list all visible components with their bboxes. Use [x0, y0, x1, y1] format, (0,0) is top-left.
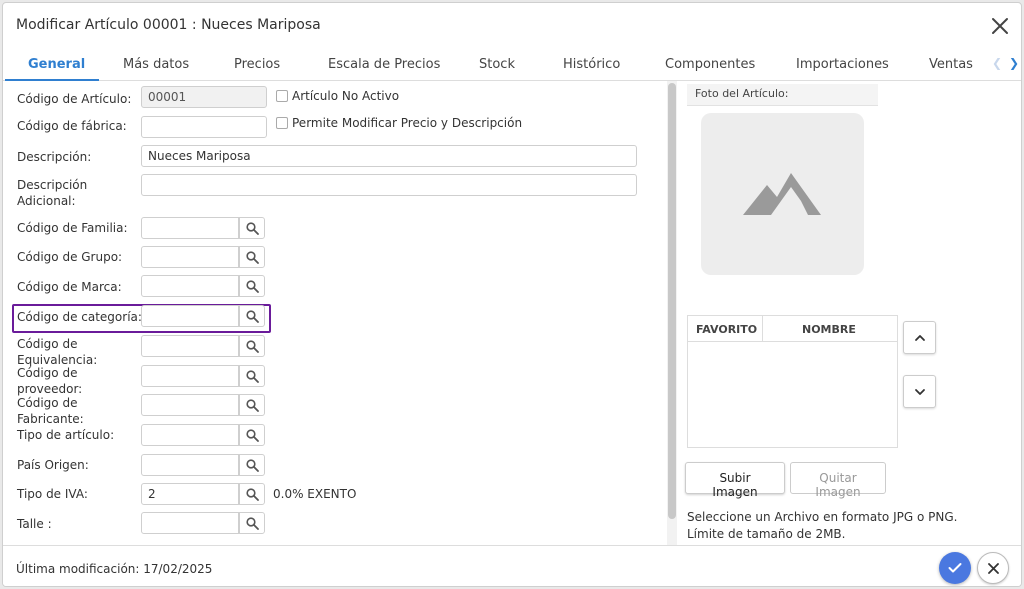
tabs-next-icon[interactable]: ❯ [1009, 56, 1019, 70]
move-up-button[interactable] [903, 321, 936, 354]
grid-col-nombre[interactable]: NOMBRE [802, 323, 856, 336]
permite-modificar-checkbox[interactable] [276, 117, 288, 129]
descripcion-input[interactable] [141, 145, 637, 167]
images-grid: FAVORITO NOMBRE [687, 315, 898, 448]
search-icon [246, 251, 259, 264]
tipo-articulo-input[interactable] [141, 424, 239, 446]
tab-componentes[interactable]: Componentes [665, 57, 755, 72]
chevron-up-icon [915, 335, 925, 341]
search-icon [246, 222, 259, 235]
codigo-equivalencia-search-button[interactable] [239, 335, 265, 357]
codigo-categoria-input[interactable] [141, 305, 239, 327]
search-icon [246, 488, 259, 501]
talle-search-button[interactable] [239, 512, 265, 534]
search-icon [246, 310, 259, 323]
search-icon [246, 370, 259, 383]
codigo-fabricante-label-2: Fabricante: [17, 412, 84, 426]
active-tab-indicator [5, 79, 99, 81]
upload-hint-size: Límite de tamaño de 2MB. [687, 527, 846, 541]
tab-ventas[interactable]: Ventas [929, 57, 973, 72]
tab-stock[interactable]: Stock [479, 57, 515, 72]
tab-mas-datos[interactable]: Más datos [123, 57, 189, 72]
tab-escala-precios[interactable]: Escala de Precios [328, 57, 440, 72]
pais-origen-label: País Origen: [17, 458, 89, 472]
chevron-down-icon [915, 389, 925, 395]
descripcion-adicional-input[interactable] [141, 174, 637, 196]
descripcion-label: Descripción: [17, 150, 92, 164]
foto-articulo-title: Foto del Artículo: [687, 84, 878, 106]
codigo-fabricante-label-1: Código de [17, 396, 78, 410]
search-icon [246, 517, 259, 530]
descripcion-adicional-label-1: Descripción [17, 178, 88, 192]
dialog-footer: Última modificación: 17/02/2025 [3, 545, 1021, 586]
codigo-articulo-input[interactable] [141, 86, 267, 108]
check-icon [948, 563, 962, 573]
codigo-categoria-label: Código de categoría: [17, 310, 142, 324]
permite-modificar-label: Permite Modificar Precio y Descripción [292, 116, 523, 130]
search-icon [246, 399, 259, 412]
descripcion-adicional-label-2: Adicional: [17, 194, 76, 208]
tab-historico[interactable]: Histórico [563, 57, 620, 72]
images-grid-header: FAVORITO NOMBRE [688, 316, 897, 342]
codigo-fabricante-input[interactable] [141, 394, 239, 416]
grid-column-divider [762, 316, 763, 342]
move-down-button[interactable] [903, 375, 936, 408]
articulo-no-activo-label: Artículo No Activo [292, 89, 400, 103]
codigo-proveedor-input[interactable] [141, 365, 239, 387]
scrollbar-thumb[interactable] [668, 83, 676, 519]
pais-origen-search-button[interactable] [239, 454, 265, 476]
codigo-marca-input[interactable] [141, 275, 239, 297]
codigo-familia-input[interactable] [141, 217, 239, 239]
tab-precios[interactable]: Precios [234, 57, 280, 72]
modify-article-dialog: Modificar Artículo 00001 : Nueces Maripo… [2, 2, 1022, 587]
articulo-no-activo-checkbox[interactable] [276, 90, 288, 102]
codigo-grupo-input[interactable] [141, 246, 239, 268]
codigo-proveedor-search-button[interactable] [239, 365, 265, 387]
close-icon [988, 563, 999, 574]
codigo-familia-search-button[interactable] [239, 217, 265, 239]
quitar-imagen-button[interactable]: Quitar Imagen [790, 462, 886, 499]
confirm-button[interactable] [939, 552, 971, 584]
talle-input[interactable] [141, 512, 239, 534]
codigo-fabrica-input[interactable] [141, 116, 267, 138]
dialog-title: Modificar Artículo 00001 : Nueces Maripo… [16, 17, 321, 33]
foto-articulo-preview [701, 113, 864, 275]
codigo-fabrica-label: Código de fábrica: [17, 119, 127, 133]
tab-general[interactable]: General [28, 57, 85, 72]
codigo-proveedor-label-1: Código de [17, 366, 78, 380]
tabs-prev-icon[interactable]: ❮ [992, 56, 1002, 70]
cancel-button[interactable] [977, 552, 1009, 584]
close-icon[interactable] [989, 15, 1011, 37]
codigo-familia-label: Código de Familia: [17, 221, 128, 235]
form-scrollbar[interactable] [667, 81, 677, 546]
tipo-iva-description: 0.0% EXENTO [273, 487, 357, 501]
codigo-marca-label: Código de Marca: [17, 280, 122, 294]
last-modified-text: Última modificación: 17/02/2025 [16, 562, 213, 576]
upload-hint-formats: Seleccione un Archivo en formato JPG o P… [687, 510, 958, 524]
tab-importaciones[interactable]: Importaciones [796, 57, 889, 72]
talle-label: Talle : [17, 517, 52, 531]
tipo-iva-label: Tipo de IVA: [17, 487, 88, 501]
codigo-fabricante-search-button[interactable] [239, 394, 265, 416]
tipo-articulo-label: Tipo de artículo: [17, 428, 115, 442]
search-icon [246, 459, 259, 472]
grid-col-favorito[interactable]: FAVORITO [696, 323, 757, 336]
codigo-equivalencia-label-1: Código de [17, 337, 78, 351]
search-icon [246, 340, 259, 353]
image-placeholder-icon [743, 173, 821, 215]
codigo-marca-search-button[interactable] [239, 275, 265, 297]
tipo-iva-search-button[interactable] [239, 483, 265, 505]
subir-imagen-button[interactable]: Subir Imagen [685, 462, 785, 499]
search-icon [246, 280, 259, 293]
codigo-grupo-search-button[interactable] [239, 246, 265, 268]
tab-bar: General Más datos Precios Escala de Prec… [3, 49, 1021, 81]
codigo-grupo-label: Código de Grupo: [17, 250, 123, 264]
codigo-equivalencia-input[interactable] [141, 335, 239, 357]
codigo-categoria-search-button[interactable] [239, 305, 265, 327]
tipo-iva-input[interactable] [141, 483, 239, 505]
search-icon [246, 429, 259, 442]
pais-origen-input[interactable] [141, 454, 239, 476]
codigo-articulo-label: Código de Artículo: [17, 92, 132, 106]
tipo-articulo-search-button[interactable] [239, 424, 265, 446]
